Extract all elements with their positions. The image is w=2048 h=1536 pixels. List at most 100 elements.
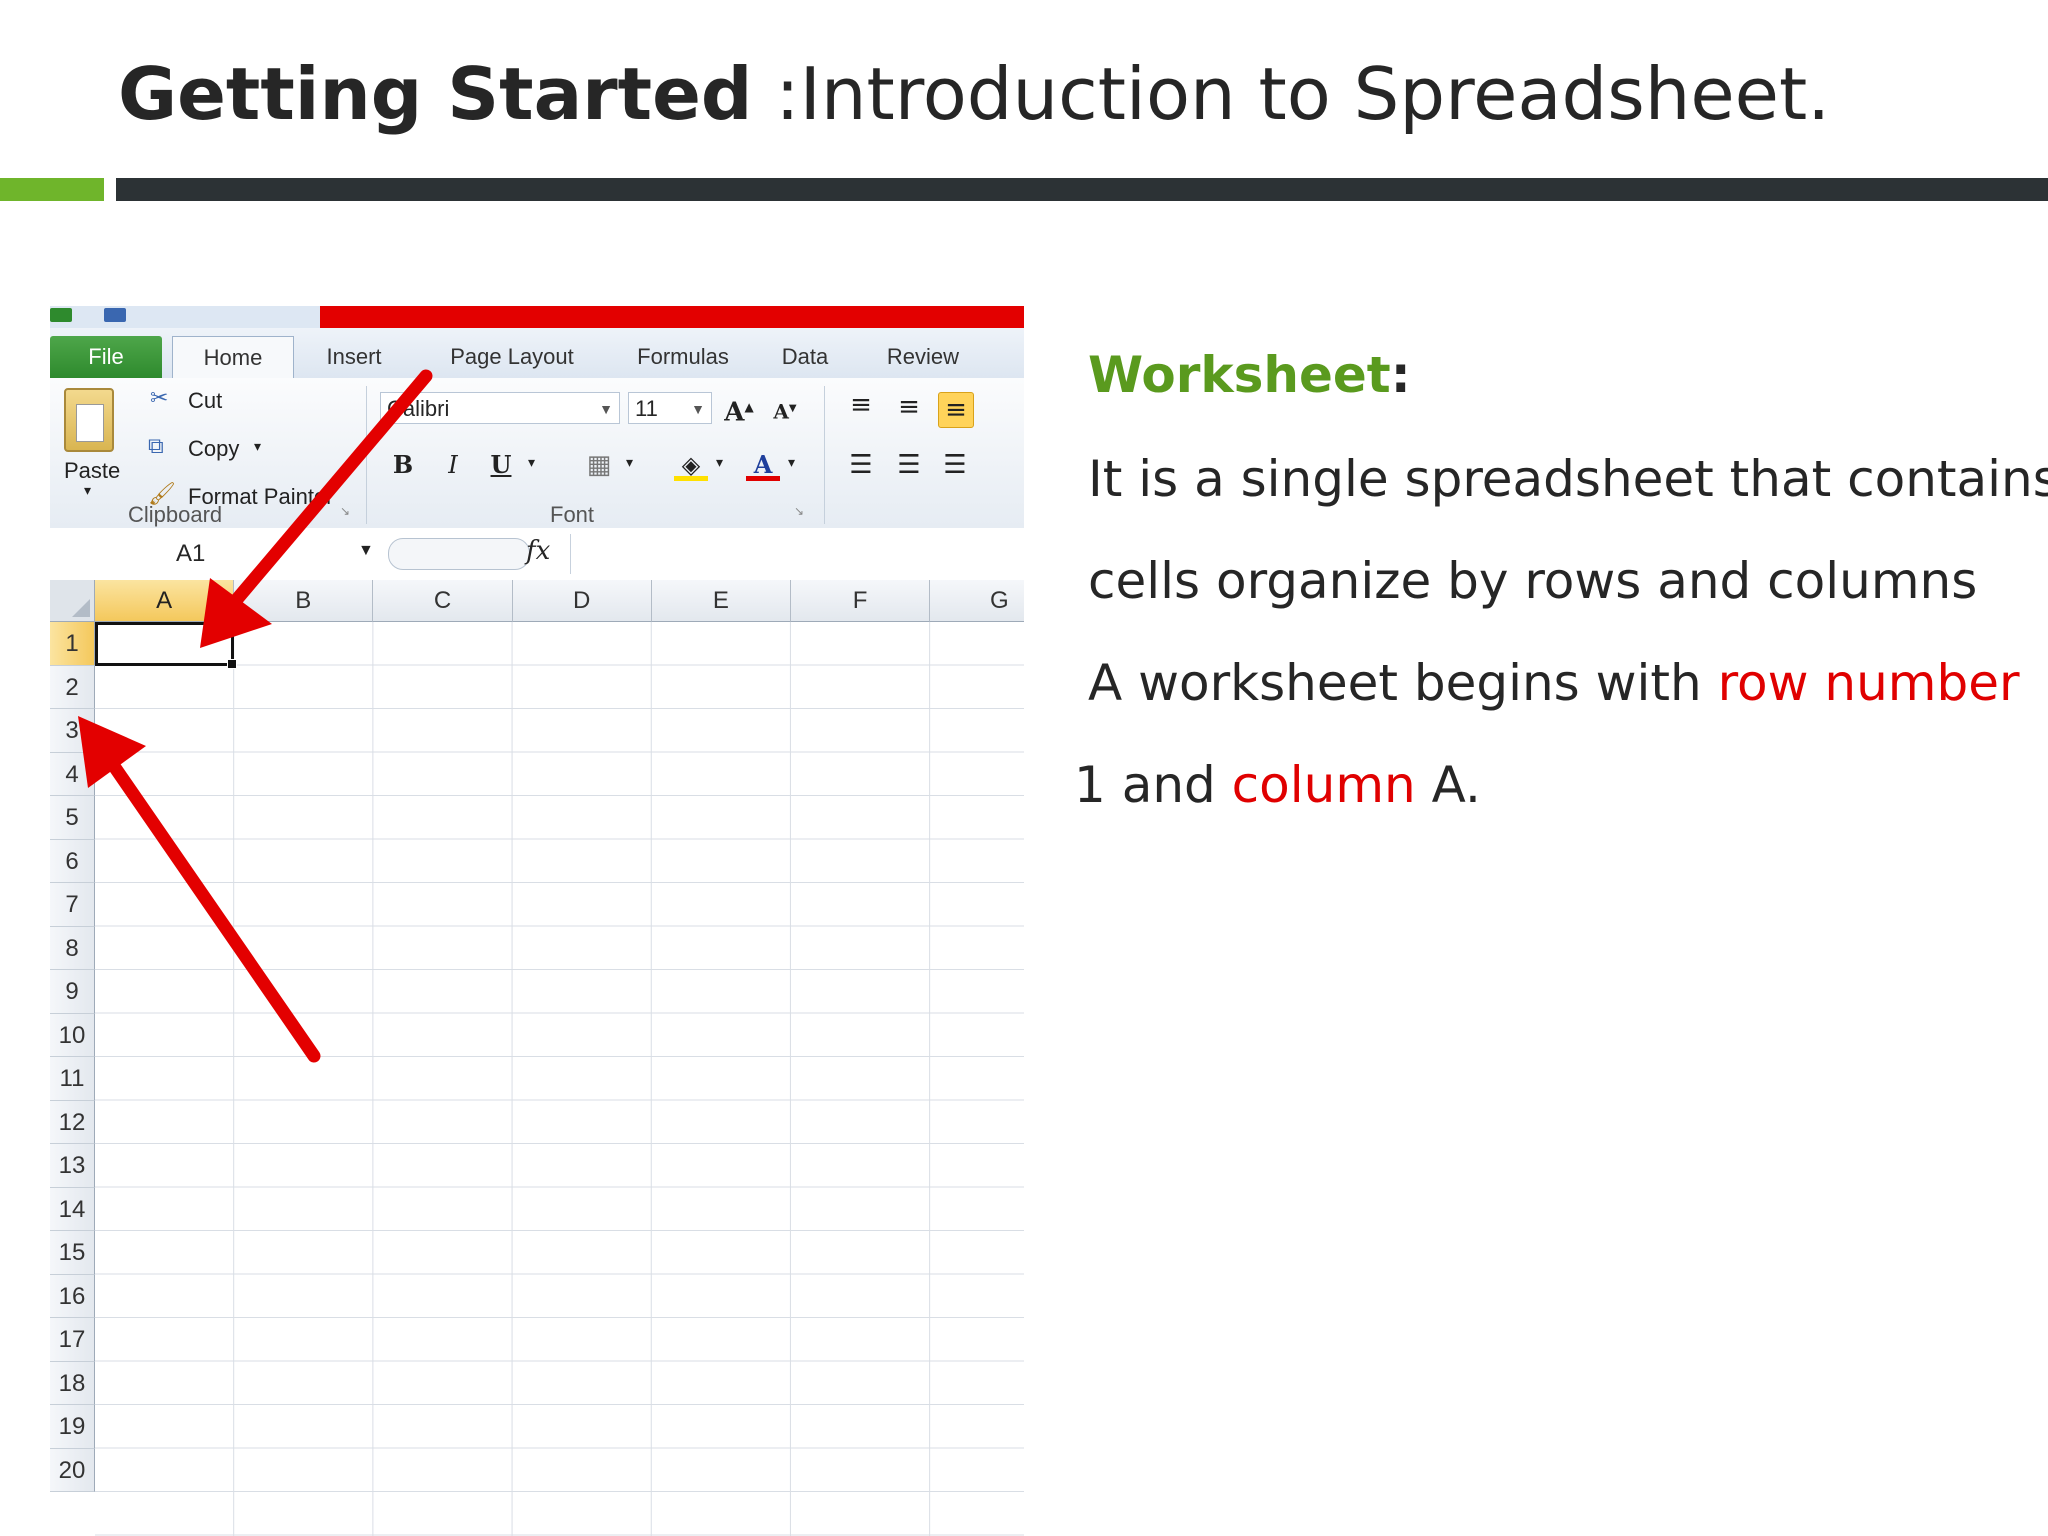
font-size-combo[interactable]: 11 ▼	[628, 392, 712, 424]
row-header-2[interactable]: 2	[50, 665, 95, 709]
name-box-dropdown-icon[interactable]: ▼	[358, 542, 374, 560]
shrink-font-icon[interactable]: A▼	[768, 392, 802, 426]
font-launcher-icon[interactable]: ↘	[794, 504, 804, 518]
paste-icon[interactable]	[64, 388, 114, 452]
bold-button[interactable]: B	[386, 448, 420, 482]
row-header-14[interactable]: 14	[50, 1187, 95, 1231]
align-right-icon[interactable]: ☰	[938, 448, 972, 482]
body-line-3: A worksheet begins with row number	[1088, 654, 2020, 712]
align-left-icon[interactable]: ☰	[844, 448, 878, 482]
body-line-4-a: 1 and	[1074, 756, 1232, 814]
align-top-icon[interactable]: ≡	[844, 388, 878, 422]
quick-access-toolbar	[50, 306, 1024, 328]
tab-file[interactable]: File	[50, 336, 162, 378]
copy-icon: ⧉	[148, 434, 164, 459]
row-header-10[interactable]: 10	[50, 1013, 95, 1057]
row-header-9[interactable]: 9	[50, 970, 95, 1014]
font-name-combo[interactable]: Calibri ▼	[380, 392, 620, 424]
body-line-3-highlight: row number	[1717, 654, 2020, 712]
slide-title: Getting Started :Introduction to Spreads…	[118, 52, 1830, 136]
column-header-d[interactable]: D	[512, 580, 652, 622]
underline-button[interactable]: U	[484, 448, 518, 482]
formula-bar-expander[interactable]	[388, 538, 530, 570]
row-header-19[interactable]: 19	[50, 1405, 95, 1449]
accent-bar-dark	[116, 178, 2048, 201]
align-bottom-icon[interactable]: ≡	[938, 392, 974, 428]
font-size-value: 11	[635, 396, 658, 421]
column-header-e[interactable]: E	[651, 580, 791, 622]
row-header-12[interactable]: 12	[50, 1100, 95, 1144]
body-line-4: 1 and column A.	[1074, 756, 1481, 814]
fill-dropdown-icon[interactable]: ▾	[716, 454, 723, 471]
row-header-6[interactable]: 6	[50, 839, 95, 883]
body-line-2: cells organize by rows and columns	[1088, 552, 1978, 610]
row-header-15[interactable]: 15	[50, 1231, 95, 1275]
borders-icon[interactable]: ▦	[582, 448, 616, 482]
body-line-1: It is a single spreadsheet that contains	[1088, 450, 2048, 508]
row-header-20[interactable]: 20	[50, 1448, 95, 1492]
align-center-icon[interactable]: ☰	[892, 448, 926, 482]
row-header-4[interactable]: 4	[50, 752, 95, 796]
select-all-button[interactable]	[50, 580, 95, 622]
tab-review[interactable]: Review	[868, 336, 978, 378]
worksheet-heading: Worksheet:	[1088, 346, 1411, 404]
row-header-17[interactable]: 17	[50, 1318, 95, 1362]
tab-home[interactable]: Home	[172, 336, 294, 379]
ribbon-home: Paste ▾ ✂ Cut ⧉ Copy ▾ 🖌 Format Painter …	[50, 378, 1024, 530]
row-header-8[interactable]: 8	[50, 926, 95, 970]
name-box[interactable]: A1	[50, 536, 380, 572]
insert-function-icon[interactable]: fx	[526, 536, 550, 566]
paste-button[interactable]: Paste	[64, 458, 120, 484]
row-header-16[interactable]: 16	[50, 1274, 95, 1318]
underline-dropdown-icon[interactable]: ▾	[528, 454, 535, 471]
column-header-g[interactable]: G	[930, 580, 1024, 622]
clipboard-launcher-icon[interactable]: ↘	[340, 504, 350, 518]
row-header-13[interactable]: 13	[50, 1144, 95, 1188]
slide-title-bold: Getting Started	[118, 52, 753, 136]
formula-input[interactable]	[570, 534, 1024, 574]
tab-insert[interactable]: Insert	[302, 336, 406, 378]
scissors-icon: ✂	[150, 386, 169, 411]
formula-bar: A1 ▼ fx	[50, 528, 1024, 581]
body-line-4-highlight: column	[1231, 756, 1416, 814]
body-line-3-a: A worksheet begins with	[1088, 654, 1718, 712]
column-header-a[interactable]: A	[95, 580, 235, 622]
group-separator	[824, 386, 825, 524]
borders-dropdown-icon[interactable]: ▾	[626, 454, 633, 471]
ribbon-tabs: File Home Insert Page Layout Formulas Da…	[50, 328, 1024, 379]
body-line-4-c: A.	[1415, 756, 1481, 814]
copy-button[interactable]: Copy	[188, 436, 239, 462]
row-header-1[interactable]: 1	[50, 622, 95, 666]
tab-data[interactable]: Data	[770, 336, 840, 378]
row-header-3[interactable]: 3	[50, 709, 95, 753]
name-box-value: A1	[176, 540, 206, 567]
paste-dropdown-icon[interactable]: ▾	[84, 482, 91, 499]
font-color-dropdown-icon[interactable]: ▾	[788, 454, 795, 471]
column-header-f[interactable]: F	[791, 580, 931, 622]
tab-formulas[interactable]: Formulas	[618, 336, 748, 378]
cut-button[interactable]: Cut	[188, 388, 222, 414]
row-header-11[interactable]: 11	[50, 1057, 95, 1101]
row-header-18[interactable]: 18	[50, 1361, 95, 1405]
group-separator	[366, 386, 367, 524]
accent-bar-green	[0, 178, 104, 201]
font-color-icon[interactable]: A	[746, 448, 780, 481]
tab-page-layout[interactable]: Page Layout	[432, 336, 592, 378]
grow-font-icon[interactable]: A▲	[722, 390, 756, 428]
cell-grid[interactable]	[95, 622, 1024, 1536]
italic-button[interactable]: I	[436, 448, 470, 482]
fill-color-icon[interactable]: ◈	[674, 448, 708, 481]
align-middle-icon[interactable]: ≡	[892, 390, 926, 424]
active-cell-a1[interactable]	[95, 622, 237, 669]
column-header-b[interactable]: B	[234, 580, 374, 622]
excel-logo-icon	[50, 308, 72, 322]
worksheet-heading-colon: :	[1390, 346, 1411, 404]
copy-dropdown-icon[interactable]: ▾	[254, 438, 261, 455]
column-header-c[interactable]: C	[373, 580, 513, 622]
row-header-5[interactable]: 5	[50, 796, 95, 840]
row-header-7[interactable]: 7	[50, 883, 95, 927]
title-bar-highlight	[320, 306, 1024, 328]
chevron-down-icon: ▼	[599, 401, 613, 417]
save-icon[interactable]	[104, 308, 126, 322]
slide-title-rest: :Introduction to Spreadsheet.	[752, 52, 1831, 136]
